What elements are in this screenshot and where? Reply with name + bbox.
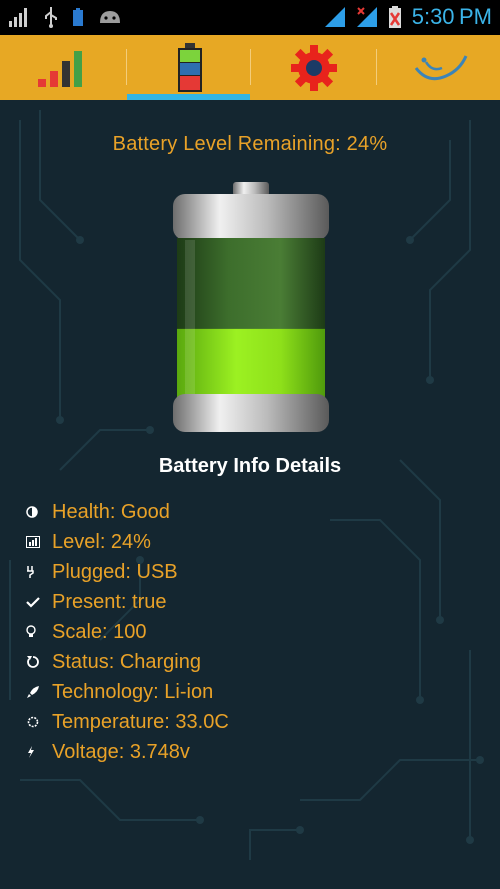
info-present-text: Present: true: [52, 590, 167, 613]
tab-about[interactable]: [377, 35, 500, 100]
checkmark-icon: [26, 593, 48, 611]
info-plugged-text: Plugged: USB: [52, 560, 178, 583]
info-status-text: Status: Charging: [52, 650, 201, 673]
gear-icon: [290, 44, 337, 91]
bar-chart-icon: [26, 533, 48, 551]
info-level-text: Level: 24%: [52, 530, 151, 553]
wave-icon: [414, 54, 467, 80]
battery-charging-icon: [388, 6, 401, 28]
tab-signal[interactable]: [0, 35, 125, 100]
battery-level-label: Battery Level Remaining: 24%: [112, 133, 388, 155]
tab-bar: [0, 35, 500, 100]
wifi-icon: [324, 7, 345, 27]
sun-icon: [26, 713, 48, 731]
tab-settings[interactable]: [251, 35, 376, 100]
selected-tab-indicator: [127, 94, 250, 100]
info-voltage-text: Voltage: 3.748v: [52, 740, 190, 763]
plug-icon: [26, 563, 48, 581]
tab-battery[interactable]: [127, 35, 252, 100]
signal-bars-icon: [9, 8, 27, 27]
signal-strength-icon: [37, 50, 82, 87]
info-present: Present: true: [26, 587, 229, 617]
usb-icon: [45, 7, 57, 28]
info-temperature-text: Temperature: 33.0C: [52, 710, 229, 733]
battery-tab-icon: [177, 42, 202, 92]
info-health-text: Health: Good: [52, 500, 170, 523]
battery-fill-level: [177, 328, 325, 398]
info-scale: Scale: 100: [26, 617, 229, 647]
rocket-icon: [26, 683, 48, 701]
battery-small-icon: [73, 8, 83, 26]
details-title: Battery Info Details: [158, 455, 342, 477]
refresh-icon: [26, 653, 48, 671]
battery-info-list: Health: Good Level: 24% Plugged: USB Pre…: [26, 497, 229, 767]
status-bar: 5:30 PM: [0, 0, 500, 35]
clock: 5:30 PM: [411, 4, 492, 29]
info-voltage: Voltage: 3.748v: [26, 737, 229, 767]
info-health: Health: Good: [26, 497, 229, 527]
info-temperature: Temperature: 33.0C: [26, 707, 229, 737]
info-status: Status: Charging: [26, 647, 229, 677]
info-scale-text: Scale: 100: [52, 620, 147, 643]
info-plugged: Plugged: USB: [26, 557, 229, 587]
half-circle-icon: [26, 503, 48, 521]
info-technology-text: Technology: Li-ion: [52, 680, 214, 703]
lightning-icon: [26, 743, 48, 761]
info-level: Level: 24%: [26, 527, 229, 557]
cell-signal-icon: [356, 7, 377, 27]
battery-graphic: [171, 180, 331, 434]
lightbulb-icon: [26, 623, 48, 641]
android-icon: [100, 11, 120, 23]
info-technology: Technology: Li-ion: [26, 677, 229, 707]
